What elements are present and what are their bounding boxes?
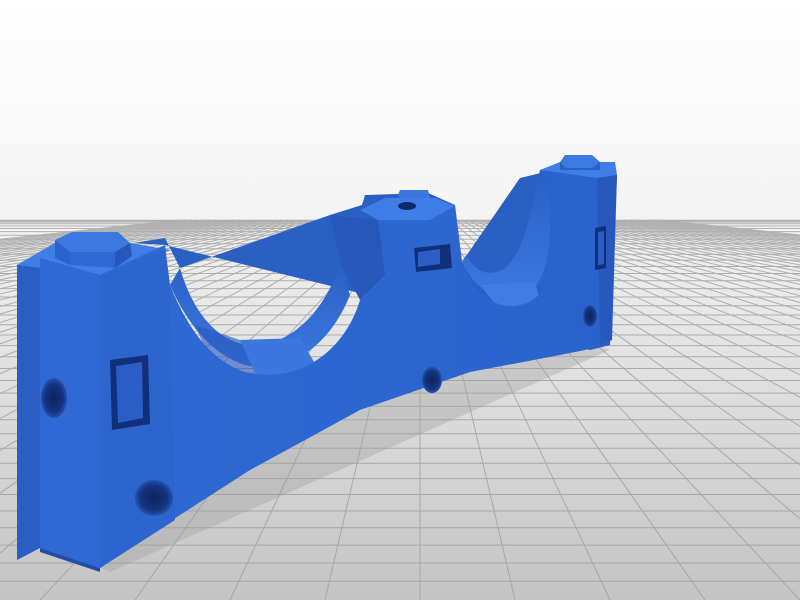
middle-slot-inner xyxy=(418,249,440,267)
middle-block-top-strip xyxy=(398,190,430,198)
middle-block-hole xyxy=(398,202,416,210)
left-block-side xyxy=(17,258,40,560)
right-block-slot-inner xyxy=(598,231,604,265)
render-viewport xyxy=(0,0,800,600)
left-block-lower-hole xyxy=(135,480,173,516)
middle-front-hole xyxy=(422,367,442,393)
left-block-slot-inner xyxy=(116,362,143,423)
right-block-lower-hole xyxy=(583,305,597,327)
left-side-hole xyxy=(41,378,67,418)
right-peg-top xyxy=(560,155,600,168)
